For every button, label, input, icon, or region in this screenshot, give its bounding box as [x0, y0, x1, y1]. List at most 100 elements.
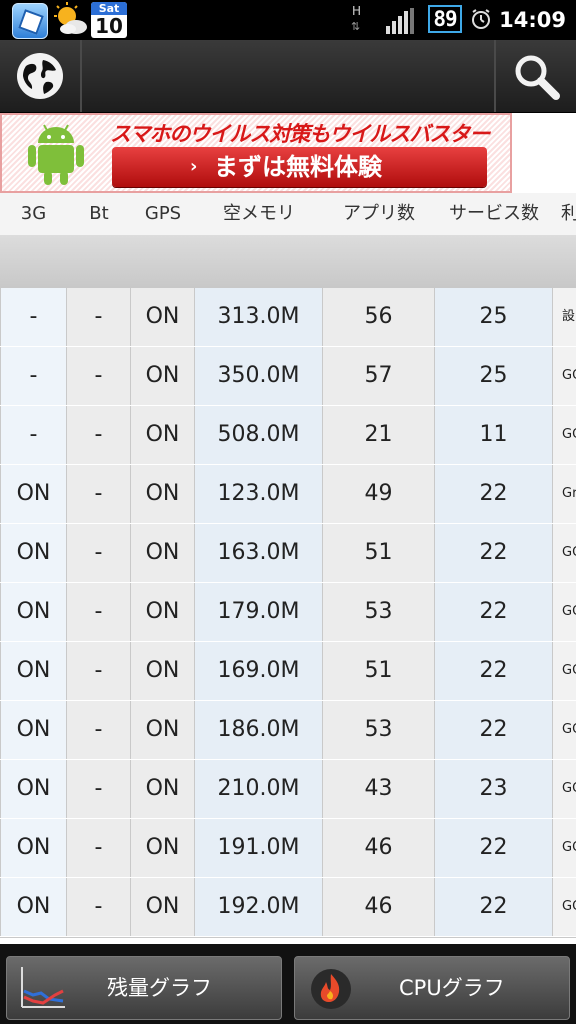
table-row[interactable]: ON-ON192.0M4622GO — [0, 878, 576, 938]
cell-gps: ON — [131, 878, 195, 936]
chevron-right-icon: › — [190, 156, 198, 177]
column-header-free-memory[interactable]: 空メモリ — [195, 193, 323, 235]
battery-icon: 89 — [428, 5, 462, 33]
cell-app-count: 53 — [323, 701, 435, 759]
cell-free-memory: 191.0M — [195, 819, 323, 877]
table-row[interactable]: --ON508.0M2111GO — [0, 406, 576, 466]
ad-cta-button[interactable]: › まずは無料体験 — [112, 147, 487, 187]
table-row[interactable]: ON-ON169.0M5122GO — [0, 642, 576, 702]
cell-service-count: 22 — [435, 524, 553, 582]
signal-icon — [386, 8, 414, 34]
cell-3g: - — [0, 347, 67, 405]
column-header-3g[interactable]: 3G — [0, 193, 67, 235]
action-bar — [0, 40, 576, 113]
line-graph-icon — [21, 967, 65, 1008]
cell-gps: ON — [131, 288, 195, 346]
table-body[interactable]: --ON313.0M5625設--ON350.0M5725GO--ON508.0… — [0, 288, 576, 944]
cell-service-count: 22 — [435, 819, 553, 877]
cell-app-count: 46 — [323, 819, 435, 877]
cell-3g: ON — [0, 583, 67, 641]
cell-app-count: 51 — [323, 642, 435, 700]
cell-service-count: 22 — [435, 701, 553, 759]
cell-service-count: 25 — [435, 288, 553, 346]
cell-bt: - — [67, 878, 131, 936]
cell-free-memory: 313.0M — [195, 288, 323, 346]
cell-app-count: 53 — [323, 583, 435, 641]
column-header-bt[interactable]: Bt — [67, 193, 131, 235]
table-row[interactable]: ON-ON210.0M4323GO — [0, 760, 576, 820]
cpu-graph-button[interactable]: CPUグラフ — [294, 956, 570, 1020]
calendar-icon: Sat 10 — [91, 2, 127, 38]
cell-usage: GO — [553, 642, 576, 700]
cell-service-count: 11 — [435, 406, 553, 464]
table-row[interactable]: ON - ON 123.0M 49 22 Gr — [0, 465, 576, 525]
cell-app-count: 51 — [323, 524, 435, 582]
cell-usage: GO — [553, 347, 576, 405]
status-bar: Sat 10 H ⇅ 89 14:09 — [0, 0, 576, 40]
cell-3g: ON — [0, 760, 67, 818]
weather-sun-cloud-icon — [54, 2, 87, 34]
cell-gps: ON — [131, 642, 195, 700]
cpu-flame-icon — [311, 969, 351, 1009]
cell-usage: 設 — [553, 288, 576, 346]
cell-gps: ON — [131, 406, 195, 464]
table-header: 3G Bt GPS 空メモリ アプリ数 サービス数 利 — [0, 193, 576, 236]
cell-gps: ON — [131, 347, 195, 405]
table-subheader-band — [0, 235, 576, 289]
cell-service-count: 22 — [435, 583, 553, 641]
cell-bt: - — [67, 288, 131, 346]
cell-bt: - — [67, 819, 131, 877]
table-row[interactable]: - - ON 313.0M 56 25 設 — [0, 288, 576, 348]
table-row[interactable]: ON-ON191.0M4622GO — [0, 819, 576, 879]
cell-bt: - — [67, 583, 131, 641]
cell-bt: - — [67, 347, 131, 405]
ad-cta-label: まずは無料体験 — [214, 153, 382, 181]
table-row[interactable]: ON-ON186.0M5322GO — [0, 701, 576, 761]
cell-gps: ON — [131, 524, 195, 582]
cell-usage: Gr — [553, 465, 576, 523]
cell-3g: ON — [0, 878, 67, 936]
cell-bt: - — [67, 760, 131, 818]
table-row[interactable]: --ON350.0M5725GO — [0, 347, 576, 407]
cell-3g: ON — [0, 642, 67, 700]
status-time: 14:09 — [499, 8, 566, 32]
column-header-service-count[interactable]: サービス数 — [435, 193, 553, 235]
cell-usage: GO — [553, 760, 576, 818]
bottom-bar: 残量グラフ CPUグラフ — [0, 944, 576, 1024]
cell-free-memory: 186.0M — [195, 701, 323, 759]
table-row[interactable]: ON-ON163.0M5122GO — [0, 524, 576, 584]
cell-usage: GO — [553, 878, 576, 936]
globe-button[interactable] — [0, 40, 82, 112]
column-header-usage[interactable]: 利 — [553, 193, 576, 235]
ad-banner[interactable]: スマホのウイルス対策もウイルスバスター › まずは無料体験 — [0, 113, 512, 193]
cell-free-memory: 508.0M — [195, 406, 323, 464]
remaining-graph-button[interactable]: 残量グラフ — [6, 956, 282, 1020]
cpu-graph-label: CPUグラフ — [399, 976, 505, 1000]
column-header-gps[interactable]: GPS — [131, 193, 195, 235]
table-row[interactable]: ON-ON179.0M5322GO — [0, 583, 576, 643]
cell-free-memory: 163.0M — [195, 524, 323, 582]
cell-3g: - — [0, 288, 67, 346]
cell-free-memory: 123.0M — [195, 465, 323, 523]
cell-usage: GO — [553, 406, 576, 464]
cell-gps: ON — [131, 465, 195, 523]
remaining-graph-label: 残量グラフ — [107, 976, 212, 1000]
search-icon — [515, 55, 560, 100]
cell-app-count: 21 — [323, 406, 435, 464]
network-type: H — [352, 4, 362, 18]
cell-app-count: 46 — [323, 878, 435, 936]
cell-app-count: 57 — [323, 347, 435, 405]
cell-usage: GO — [553, 524, 576, 582]
cell-bt: - — [67, 465, 131, 523]
cell-service-count: 22 — [435, 878, 553, 936]
cell-service-count: 25 — [435, 347, 553, 405]
cell-free-memory: 169.0M — [195, 642, 323, 700]
cell-3g: ON — [0, 465, 67, 523]
column-header-app-count[interactable]: アプリ数 — [323, 193, 435, 235]
cell-3g: ON — [0, 819, 67, 877]
cell-bt: - — [67, 406, 131, 464]
search-button[interactable] — [494, 40, 576, 112]
cell-free-memory: 210.0M — [195, 760, 323, 818]
alarm-clock-icon — [472, 9, 490, 29]
cell-3g: ON — [0, 524, 67, 582]
